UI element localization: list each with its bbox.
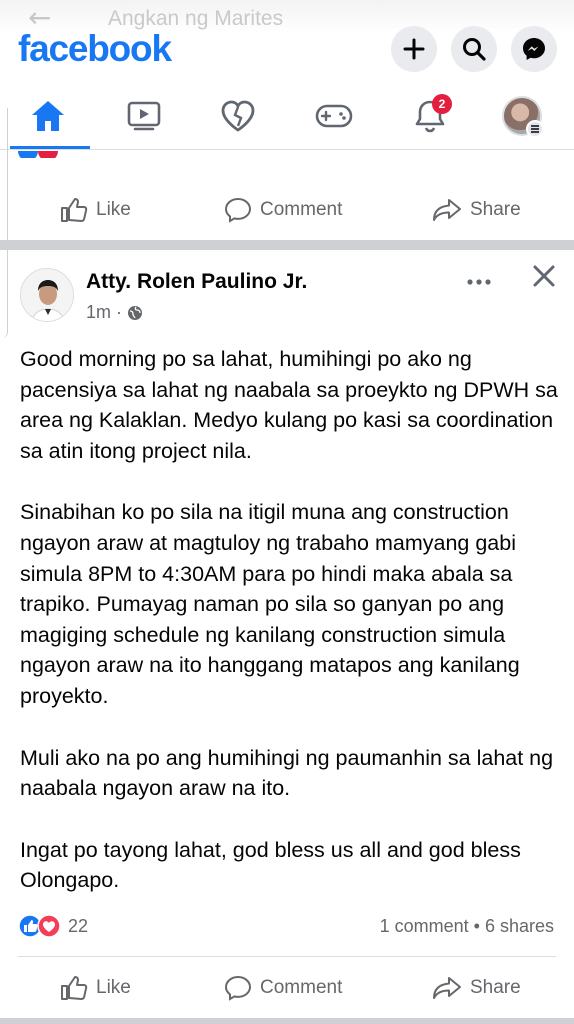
share-icon xyxy=(433,199,461,221)
search-icon xyxy=(463,38,486,61)
share-button[interactable]: Share xyxy=(432,973,521,1003)
comment-button[interactable]: Comment xyxy=(224,973,342,1003)
heart-icon xyxy=(221,100,255,132)
post-action-bar: Like Comment Share xyxy=(0,958,574,1018)
tab-notifications[interactable]: 2 xyxy=(410,94,452,136)
plus-icon xyxy=(403,38,425,60)
globe-icon xyxy=(128,305,143,320)
video-icon xyxy=(127,101,161,131)
like-icon xyxy=(61,976,88,1000)
meta-dot: · xyxy=(116,302,123,322)
create-button[interactable] xyxy=(391,26,437,72)
more-options-button[interactable] xyxy=(466,266,492,292)
messenger-button[interactable] xyxy=(511,26,557,72)
post-text: Good morning po sa lahat, humihingi po a… xyxy=(20,344,560,927)
post-paragraph: Ingat po tayong lahat, god bless us all … xyxy=(20,837,521,893)
home-icon xyxy=(32,101,64,131)
tab-menu[interactable] xyxy=(502,96,544,138)
author-avatar[interactable] xyxy=(20,268,74,322)
tab-dating[interactable] xyxy=(218,96,258,136)
post-paragraph: Good morning po sa lahat, humihingi po a… xyxy=(20,347,558,463)
post-meta: 1m · xyxy=(86,302,143,323)
like-button[interactable]: Like xyxy=(60,195,131,225)
hide-post-button[interactable] xyxy=(530,262,558,290)
search-button[interactable] xyxy=(451,26,497,72)
navigation-tabs: 2 xyxy=(0,82,574,150)
menu-icon xyxy=(526,120,544,138)
more-dots-icon xyxy=(467,279,491,285)
top-header: facebook xyxy=(0,22,574,78)
share-label: Share xyxy=(470,199,521,220)
like-icon xyxy=(61,198,88,222)
comment-label: Comment xyxy=(260,199,343,220)
close-icon xyxy=(533,265,555,287)
reaction-icons xyxy=(18,914,61,938)
tab-gaming[interactable] xyxy=(314,96,354,136)
previous-post-reactions xyxy=(18,148,98,158)
gamepad-icon xyxy=(315,104,353,128)
comment-button[interactable]: Comment xyxy=(224,195,342,225)
messenger-icon xyxy=(523,38,545,60)
post-divider xyxy=(18,956,556,957)
tab-watch[interactable] xyxy=(124,96,164,136)
comment-icon xyxy=(224,197,252,223)
feed-separator xyxy=(0,1018,574,1024)
share-label: Share xyxy=(470,977,521,998)
post-time[interactable]: 1m xyxy=(86,302,111,323)
post-paragraph: Sinabihan ko po sila na itigil muna ang … xyxy=(20,500,520,708)
reaction-count: 22 xyxy=(68,916,89,936)
comments-shares-count[interactable]: 1 comment • 6 shares xyxy=(380,916,554,937)
post-paragraph: Muli ako na po ang humihingi ng paumanhi… xyxy=(20,745,554,801)
like-button[interactable]: Like xyxy=(60,973,131,1003)
previous-post-action-bar: Like Comment Share xyxy=(0,180,574,240)
comment-label: Comment xyxy=(260,977,343,998)
like-label: Like xyxy=(96,199,131,220)
post-author-name[interactable]: Atty. Rolen Paulino Jr. xyxy=(86,270,307,294)
share-icon xyxy=(433,977,461,999)
facebook-logo[interactable]: facebook xyxy=(18,28,172,70)
like-label: Like xyxy=(96,977,131,998)
share-button[interactable]: Share xyxy=(432,195,521,225)
profile-avatar xyxy=(502,96,544,138)
comment-icon xyxy=(224,975,252,1001)
feed-separator xyxy=(0,240,574,250)
tab-home[interactable] xyxy=(28,96,68,136)
notification-badge: 2 xyxy=(432,94,452,114)
reactions-summary[interactable]: 22 1 comment • 6 shares xyxy=(18,910,558,942)
